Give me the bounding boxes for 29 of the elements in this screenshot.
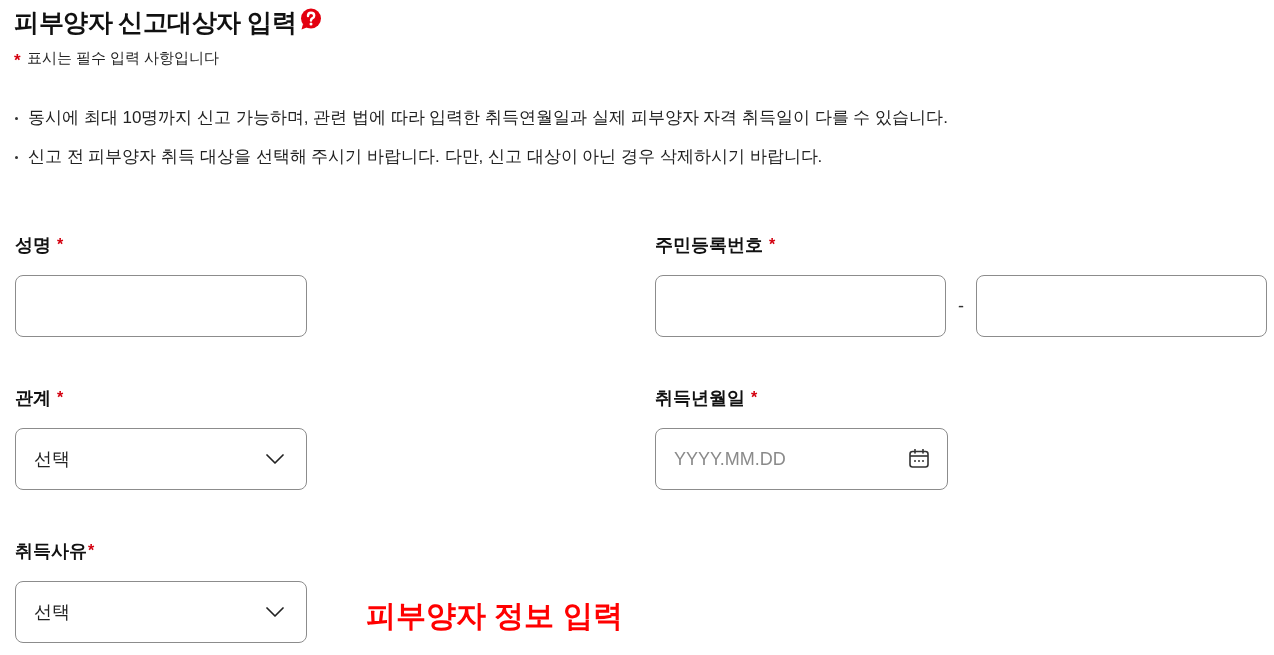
field-label: 관계: [15, 387, 51, 410]
notice-text: 동시에 최대 10명까지 신고 가능하며, 관련 법에 따라 입력한 취득연월일과 실제 피부양자 자격 취득일이 다를 수 있습니다.: [28, 107, 948, 129]
help-icon[interactable]: [300, 8, 323, 30]
page-title: 피부양자 신고대상자 입력: [14, 7, 297, 38]
input-field[interactable]: [15, 275, 307, 337]
required-mark: *: [88, 541, 95, 561]
dropdown[interactable]: 선택: [15, 428, 307, 490]
notice-text: 신고 전 피부양자 취득 대상을 선택해 주시기 바랍니다. 다만, 신고 대상이 아닌 경우 삭제하시기 바랍니다.: [28, 146, 823, 168]
required-mark: *: [57, 235, 64, 255]
chevron-icon: [266, 607, 284, 617]
chevron-icon: [266, 454, 284, 464]
required-note: 표시는 필수 입력 사항입니다: [26, 48, 220, 68]
separator-text: -: [957, 295, 965, 317]
calendar-icon[interactable]: [909, 449, 929, 468]
field-label: 성명: [15, 234, 51, 257]
required-mark: *: [769, 235, 776, 255]
input-field[interactable]: [655, 275, 946, 337]
required-mark: *: [14, 51, 21, 71]
date-field[interactable]: YYYY.MM.DD: [655, 428, 948, 490]
bullet-icon: [15, 155, 18, 159]
bullet-icon: [15, 116, 18, 120]
field-label: 취득사유: [15, 540, 87, 563]
field-label: 주민등록번호: [655, 234, 763, 257]
dropdown[interactable]: 선택: [15, 581, 307, 643]
required-mark: *: [57, 388, 64, 408]
field-label: 취득년월일: [655, 387, 745, 410]
input-field[interactable]: [976, 275, 1267, 337]
required-mark: *: [751, 388, 758, 408]
annotation-text: 피부양자 정보 입력: [366, 598, 623, 634]
